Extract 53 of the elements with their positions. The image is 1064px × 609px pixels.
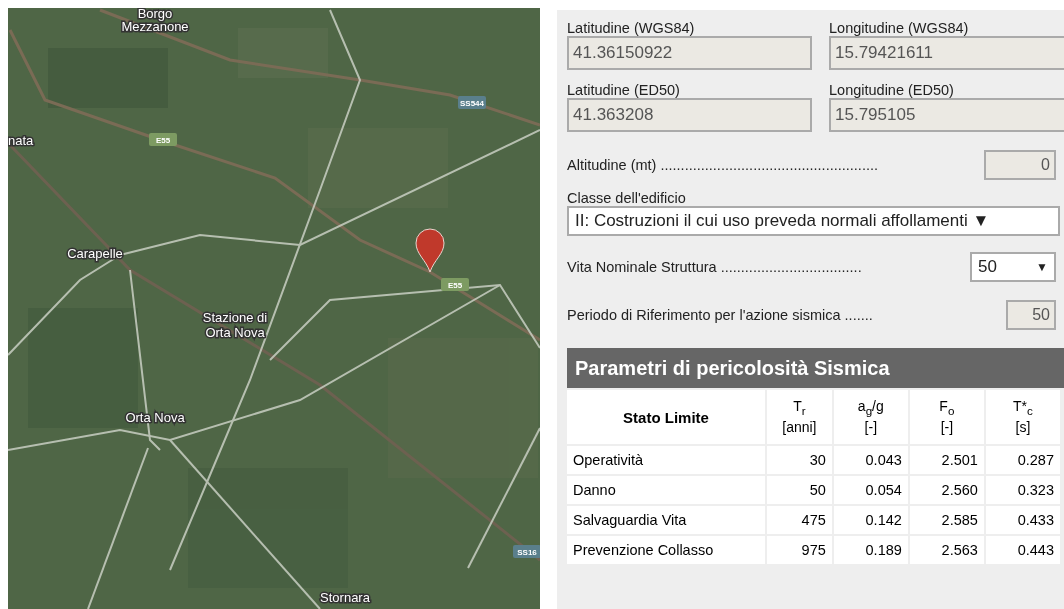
field-label: Altitudine (mt) ...................................................... (567, 157, 878, 173)
table-cell: 0.323 (985, 476, 1060, 504)
field-label: Longitudine (ED50) (829, 82, 955, 98)
nominal-life-dropdown[interactable]: 50 ▼ (970, 252, 1056, 282)
table-cell: 2.585 (909, 506, 984, 534)
map-place-label: Orta Nova (205, 325, 265, 340)
column-header: a$_{g}$/g [-] (833, 390, 908, 444)
column-header: F$_{o}$ [-] (909, 390, 984, 444)
table-cell: 0.287 (985, 446, 1060, 474)
table-cell: 2.563 (909, 536, 984, 564)
table-cell: Danno (567, 476, 765, 504)
table-cell: 50 (767, 476, 832, 504)
table-cell: 475 (767, 506, 832, 534)
table-cell: Salvaguardia Vita (567, 506, 765, 534)
map-place-label: Borgo (137, 8, 173, 21)
column-header: T$_{r}$ [anni] (767, 390, 832, 444)
field-label: Latitudine (ED50) (567, 82, 681, 98)
column-header: Stato Limite (567, 390, 765, 444)
road-shield: E55 (149, 133, 177, 146)
coordinate-field[interactable]: 15.79421611 (829, 36, 1064, 70)
field-label: Vita Nominale Struttura ................................... (567, 259, 862, 275)
column-header: T*$_{c}$ [s] (985, 390, 1060, 444)
field-label: Classe dell'edificio (567, 190, 687, 206)
road-shield: SS16 (513, 545, 540, 558)
field-label: Periodo di Riferimento per l'azione sismica ....... (567, 307, 873, 323)
altitude-field[interactable]: 0 (984, 150, 1056, 180)
coordinate-field[interactable]: 41.363208 (567, 98, 812, 132)
map-place-label: Stazione di (202, 310, 268, 325)
table-cell: 0.043 (833, 446, 908, 474)
table-cell: 2.560 (909, 476, 984, 504)
map-place-label: Stornara (320, 590, 370, 605)
table-cell: 0.142 (833, 506, 908, 534)
coordinate-field[interactable]: 41.36150922 (567, 36, 812, 70)
table-cell: Prevenzione Collasso (567, 536, 765, 564)
table-cell: 975 (767, 536, 832, 564)
coordinate-field[interactable]: 15.795105 (829, 98, 1064, 132)
field-label: Latitudine (WGS84) (567, 20, 696, 36)
table-cell: 0.433 (985, 506, 1060, 534)
field-label: Longitudine (WGS84) (829, 20, 970, 36)
map-place-label: Carapelle (67, 246, 123, 261)
table-cell: 2.501 (909, 446, 984, 474)
table-cell: Operatività (567, 446, 765, 474)
road-shield: SS544 (458, 96, 486, 109)
map-place-label: nata (8, 133, 34, 148)
table-cell: 0.443 (985, 536, 1060, 564)
table-cell: 0.189 (833, 536, 908, 564)
table-cell: 30 (767, 446, 832, 474)
reference-period-field[interactable]: 50 (1006, 300, 1056, 330)
road-shield: E55 (441, 278, 469, 291)
building-class-dropdown[interactable]: II: Costruzioni il cui uso preveda normali affollamenti ▼ (567, 206, 1060, 236)
table-title: Parametri di pericolosità Sismica (567, 348, 1064, 388)
table-cell: 0.054 (833, 476, 908, 504)
location-pin-icon[interactable] (415, 228, 445, 273)
